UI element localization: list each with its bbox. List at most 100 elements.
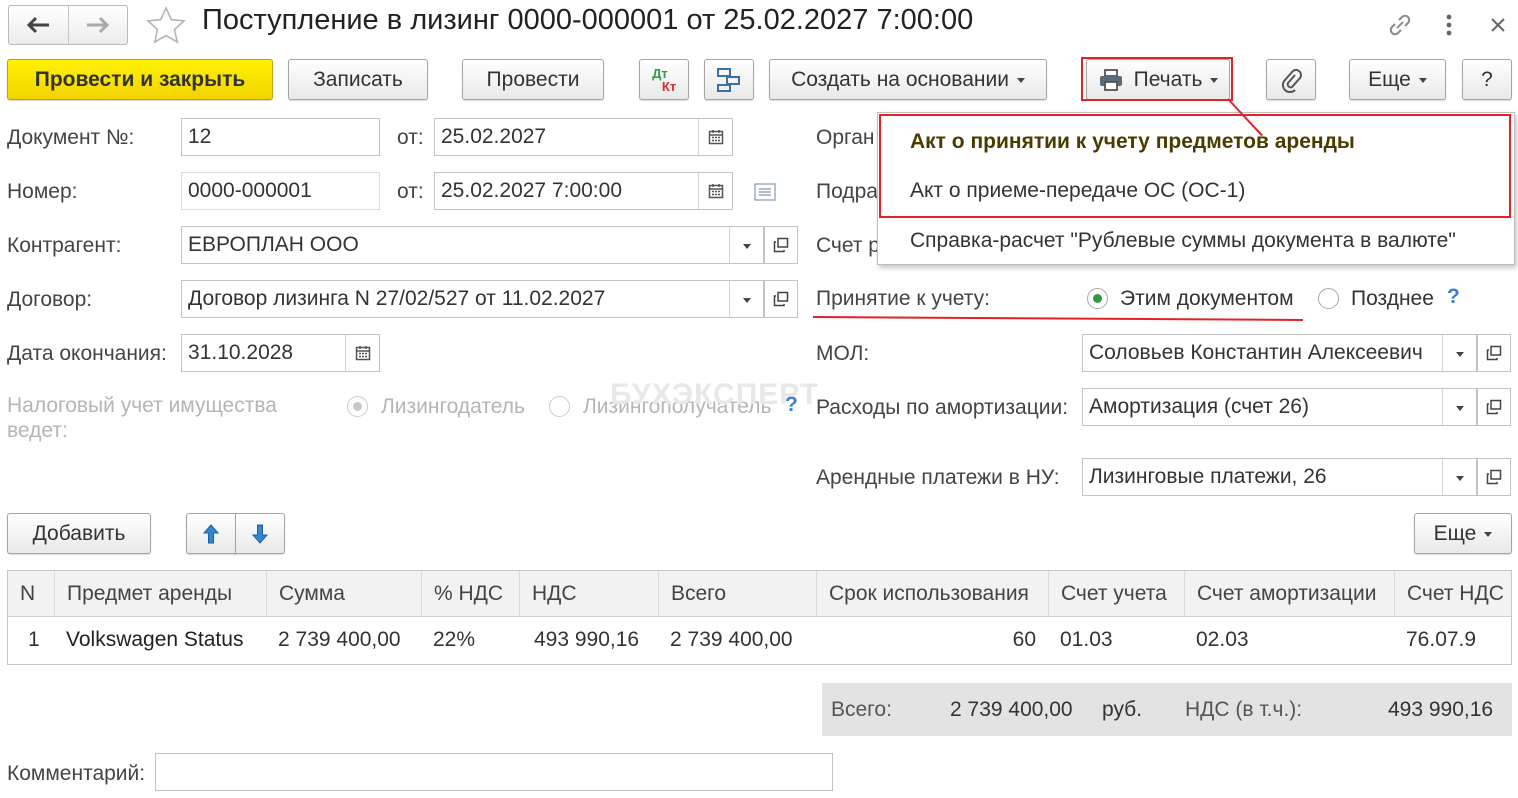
total-label: Всего: <box>831 698 892 721</box>
structure-button[interactable] <box>704 59 754 100</box>
cell-item[interactable]: Volkswagen Status <box>54 617 266 663</box>
back-button[interactable] <box>9 6 68 44</box>
calendar-button[interactable] <box>345 335 379 371</box>
col-header-vat-account[interactable]: Счет НДС <box>1394 571 1511 617</box>
forward-button[interactable] <box>67 6 128 44</box>
print-highlight-box <box>1081 57 1233 101</box>
lease-payments-select[interactable]: Лизинговые платежи, 26 <box>1082 458 1477 496</box>
table-more-button[interactable]: Еще <box>1414 513 1512 554</box>
chevron-down-icon <box>1418 78 1427 83</box>
close-button[interactable] <box>1482 10 1514 40</box>
end-date-input[interactable]: 31.10.2028 <box>181 334 380 372</box>
cell-term[interactable]: 60 <box>816 617 1048 663</box>
history-button[interactable] <box>754 183 776 207</box>
number-input[interactable]: 0000-000001 <box>181 172 380 210</box>
calendar-icon <box>708 184 723 199</box>
window-menu-button[interactable] <box>1433 10 1465 40</box>
contract-label: Договор: <box>7 288 93 311</box>
open-counterparty-button[interactable] <box>764 226 798 264</box>
lease-items-table: N Предмет аренды Сумма % НДС НДС Всего С… <box>7 570 1512 665</box>
add-row-button[interactable]: Добавить <box>7 513 151 554</box>
help-acceptance-icon[interactable]: ? <box>1447 285 1460 309</box>
chevron-down-icon <box>1455 475 1464 481</box>
move-up-button[interactable] <box>186 513 236 554</box>
col-header-vat-rate[interactable]: % НДС <box>421 571 519 617</box>
comment-label: Комментарий: <box>7 762 146 785</box>
calendar-button[interactable] <box>698 119 732 155</box>
watermark: БУХЭКСПЕРТ <box>610 378 820 411</box>
account-label: Счет р <box>816 234 880 257</box>
col-header-term[interactable]: Срок использования <box>816 571 1048 617</box>
cell-n[interactable]: 1 <box>16 617 54 663</box>
post-button[interactable]: Провести <box>462 59 604 100</box>
doc-number-input[interactable]: 12 <box>181 118 380 156</box>
dt-kt-button[interactable]: Дт Кт <box>639 59 689 100</box>
open-icon <box>1486 399 1502 415</box>
vat-total-value: 493 990,16 <box>1388 698 1494 721</box>
doc-date-input[interactable]: 25.02.2027 <box>434 118 733 156</box>
cell-account[interactable]: 01.03 <box>1048 617 1184 663</box>
col-header-n[interactable]: N <box>8 571 54 617</box>
attach-button[interactable] <box>1266 59 1316 100</box>
open-lease-payments-button[interactable] <box>1477 458 1511 496</box>
link-button[interactable] <box>1384 10 1416 40</box>
amortization-select[interactable]: Амортизация (счет 26) <box>1082 388 1477 426</box>
cell-vat[interactable]: 493 990,16 <box>519 617 658 663</box>
menu-highlight-box <box>879 114 1511 218</box>
cell-vat-rate[interactable]: 22% <box>421 617 519 663</box>
radio-later[interactable] <box>1318 288 1339 309</box>
open-contract-button[interactable] <box>764 280 798 318</box>
department-label: Подра <box>816 180 878 203</box>
cell-vat-account[interactable]: 76.07.9 <box>1394 617 1511 663</box>
contract-select[interactable]: Договор лизинга N 27/02/527 от 11.02.202… <box>181 280 764 318</box>
calendar-icon <box>708 130 723 145</box>
dropdown-button[interactable] <box>1442 389 1476 425</box>
dropdown-button[interactable] <box>729 281 763 317</box>
col-header-item[interactable]: Предмет аренды <box>54 571 266 617</box>
post-and-close-button[interactable]: Провести и закрыть <box>7 59 273 100</box>
tax-accounting-label-line2: ведет: <box>7 419 68 442</box>
nav-group <box>8 5 128 45</box>
radio-lessee[interactable] <box>549 396 570 417</box>
col-header-total[interactable]: Всего <box>658 571 816 617</box>
page-title: Поступление в лизинг 0000-000001 от 25.0… <box>202 4 974 36</box>
list-icon <box>754 183 776 201</box>
doc-number-label: Документ №: <box>7 126 135 149</box>
doc-date-from-label: от: <box>397 126 424 149</box>
open-mol-button[interactable] <box>1477 334 1511 372</box>
dropdown-button[interactable] <box>1442 335 1476 371</box>
create-based-on-button[interactable]: Создать на основании <box>769 59 1047 100</box>
save-button[interactable]: Записать <box>288 59 428 100</box>
col-header-vat[interactable]: НДС <box>519 571 658 617</box>
dropdown-button[interactable] <box>1442 459 1476 495</box>
col-header-sum[interactable]: Сумма <box>266 571 421 617</box>
col-header-amort-account[interactable]: Счет амортизации <box>1184 571 1394 617</box>
mol-select[interactable]: Соловьев Константин Алексеевич <box>1082 334 1477 372</box>
open-icon <box>773 237 789 253</box>
comment-input[interactable] <box>155 753 833 791</box>
end-date-label: Дата окончания: <box>7 342 167 365</box>
help-button[interactable]: ? <box>1462 59 1512 100</box>
radio-this-document[interactable] <box>1087 288 1108 309</box>
tax-accounting-label-line1: Налоговый учет имущества <box>7 394 277 417</box>
radio-lessor-label: Лизингодатель <box>381 395 525 418</box>
favorite-button[interactable] <box>146 6 186 50</box>
col-header-account[interactable]: Счет учета <box>1048 571 1184 617</box>
cell-total[interactable]: 2 739 400,00 <box>658 617 816 663</box>
open-amortization-button[interactable] <box>1477 388 1511 426</box>
radio-lessor[interactable] <box>347 396 368 417</box>
number-label: Номер: <box>7 180 78 203</box>
cell-sum[interactable]: 2 739 400,00 <box>266 617 421 663</box>
more-button[interactable]: Еще <box>1349 59 1446 100</box>
open-icon <box>773 291 789 307</box>
cell-amort-account[interactable]: 02.03 <box>1184 617 1394 663</box>
calendar-button[interactable] <box>698 173 732 209</box>
counterparty-select[interactable]: ЕВРОПЛАН ООО <box>181 226 764 264</box>
arrow-up-icon <box>202 523 220 543</box>
counterparty-label: Контрагент: <box>7 234 122 257</box>
acceptance-label: Принятие к учету: <box>816 287 990 310</box>
number-date-input[interactable]: 25.02.2027 7:00:00 <box>434 172 733 210</box>
print-menu-item-ruble-amounts-report[interactable]: Справка-расчет "Рублевые суммы документа… <box>910 229 1456 253</box>
dropdown-button[interactable] <box>729 227 763 263</box>
move-down-button[interactable] <box>235 513 285 554</box>
